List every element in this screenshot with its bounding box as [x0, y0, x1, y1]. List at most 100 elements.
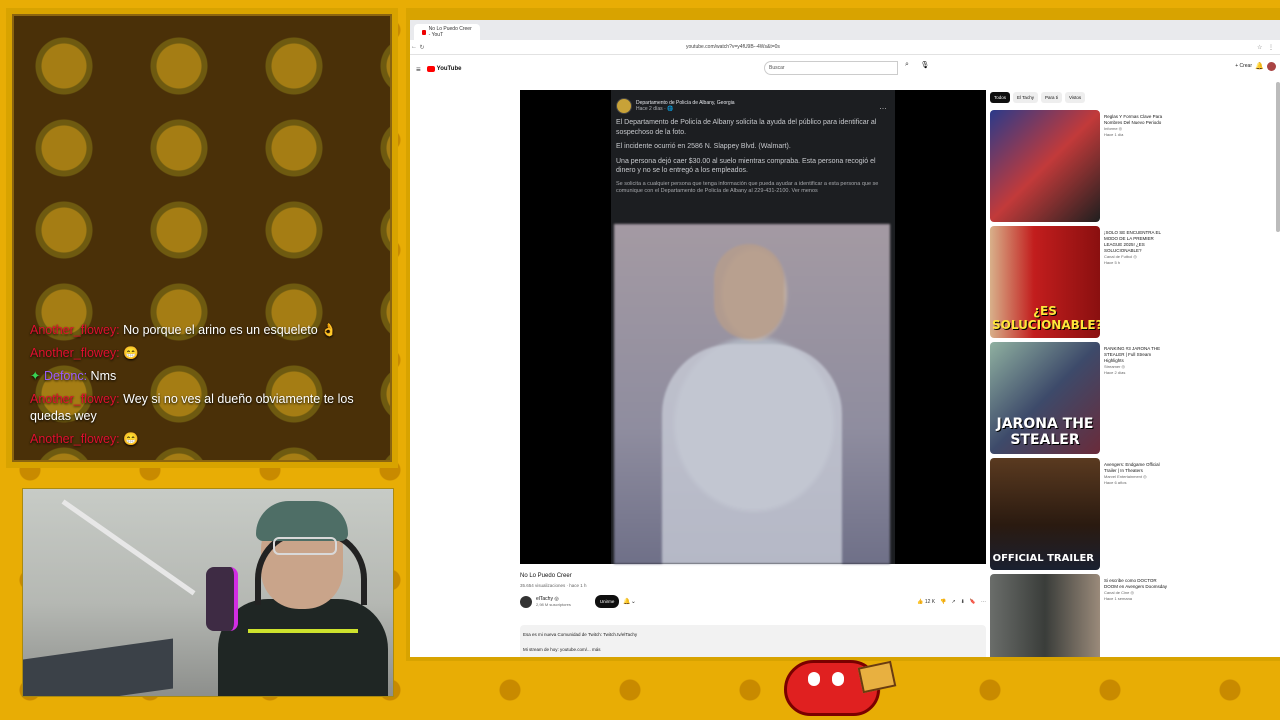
chat-text: No porque el arino es un esqueleto 👌: [123, 323, 337, 337]
recommendation-filters: Todos El Tachy Para ti Vistos: [990, 92, 1086, 103]
streamer-shirt: [218, 599, 388, 696]
mascot-eye: [832, 672, 844, 686]
recommendation-item[interactable]: Reglas Y Formas Clave Para Nombres Del N…: [990, 110, 1280, 224]
browser-window: No Lo Puedo Creer - YouT ← ↻ youtube.com…: [410, 20, 1280, 657]
chat-message: Another_flowey: No porque el arino es un…: [30, 322, 364, 339]
channel-row: elTachy ◎ 2,98 M suscriptores Unirme 🔔⌄ …: [520, 595, 986, 608]
browser-toolbar-icons[interactable]: ☆ ⋮: [1257, 44, 1276, 51]
reload-icon[interactable]: ↻: [418, 44, 426, 51]
recommendation-title: Si escribe como DOCTOR DOOM en Avengers …: [1104, 578, 1167, 589]
video-thumbnail[interactable]: ¿ES SOLUCIONABLE?: [990, 226, 1100, 338]
chip-channel[interactable]: El Tachy: [1013, 92, 1038, 103]
youtube-header: ≡ YouTube Buscar ⌕ 🎙 + Crear 🔔: [410, 55, 1280, 83]
mascot-sign: [857, 660, 897, 694]
recommendation-info: Reglas Y Formas Clave Para Nombres Del N…: [1104, 110, 1168, 224]
chat-badge-icon: ✦: [30, 369, 41, 383]
recommendation-meta: Hace 2 días: [1104, 370, 1126, 375]
recommendation-meta: Hace 5 h: [1104, 260, 1121, 265]
post-header: Departamento de Policía de Albany, Georg…: [611, 90, 895, 114]
recommendation-meta: Hace 1 día: [1104, 132, 1124, 137]
search-icon[interactable]: ⌕: [900, 61, 914, 75]
chat-frame: Another_flowey: No porque el arino es un…: [6, 8, 398, 468]
keyboard: [23, 638, 173, 696]
account-avatar[interactable]: [1267, 62, 1276, 71]
mascot-eye: [808, 672, 820, 686]
save-icon[interactable]: 🔖: [970, 599, 976, 605]
share-icon[interactable]: ↗: [951, 599, 955, 605]
video-thumbnail[interactable]: [990, 110, 1100, 222]
chat-panel: Another_flowey: No porque el arino es un…: [12, 14, 392, 462]
chat-username: Another_flowey:: [30, 346, 120, 360]
recommendation-item[interactable]: OFFICIAL TRAILER Avengers: Endgame Offic…: [990, 458, 1280, 572]
video-description[interactable]: Esa es mi nueva Comunidad de Twitch: Twi…: [520, 625, 986, 657]
more-icon: …: [879, 101, 887, 111]
description-line: Mi stream de hoy: youtube.com/... más: [523, 647, 601, 652]
recommendation-item[interactable]: ¿ES SOLUCIONABLE? ¡SOLO SE ENCUENTRA EL …: [990, 226, 1280, 340]
youtube-logo-text: YouTube: [436, 66, 462, 72]
search-input[interactable]: Buscar: [764, 61, 898, 75]
chip-all[interactable]: Todos: [990, 92, 1011, 103]
notifications-icon[interactable]: 🔔: [1255, 62, 1264, 70]
video-thumbnail[interactable]: [990, 574, 1100, 657]
suspect-shirt: [662, 344, 842, 564]
chat-message: Another_flowey: Wey si no ves al dueño o…: [30, 391, 364, 425]
browser-tab[interactable]: No Lo Puedo Creer - YouT: [414, 24, 480, 40]
tab-title: No Lo Puedo Creer - YouT: [428, 26, 472, 38]
more-actions-icon[interactable]: ⋯: [981, 599, 986, 605]
mascot-graphic: [778, 660, 898, 720]
browser-frame: No Lo Puedo Creer - YouT ← ↻ youtube.com…: [406, 8, 1280, 661]
chat-username: Defonc:: [43, 369, 88, 383]
chat-message: Another_flowey: 😁: [30, 345, 364, 362]
like-button[interactable]: 👍 12 K: [917, 599, 935, 605]
post-paragraph: El incidente ocurrió en 2586 N. Slappey …: [616, 143, 791, 150]
recommendation-info: RANKING #3 JARONA THE STEALER | Full Str…: [1104, 342, 1168, 456]
recommendation-item[interactable]: JARONA THE STEALER RANKING #3 JARONA THE…: [990, 342, 1280, 456]
video-title: No Lo Puedo Creer: [520, 573, 572, 579]
chat-username: Another_flowey:: [30, 432, 120, 446]
recommendation-info: Avengers: Endgame Official Trailer | In …: [1104, 458, 1168, 572]
suspect-head: [714, 244, 784, 339]
microphone: [206, 567, 238, 631]
police-badge-icon: [616, 98, 632, 114]
join-button[interactable]: Unirme: [594, 595, 620, 608]
chat-text: Nms: [90, 369, 117, 383]
chat-message: Another_flowey: 😁: [30, 431, 364, 448]
recommendation-meta: Hace 1 semana: [1104, 596, 1133, 601]
post-paragraph: Se solicita a cualquier persona que teng…: [616, 180, 879, 195]
tab-bar: No Lo Puedo Creer - YouT: [410, 20, 1280, 40]
recommendation-item[interactable]: Si escribe como DOCTOR DOOM en Avengers …: [990, 574, 1280, 657]
video-player[interactable]: Departamento de Policía de Albany, Georg…: [520, 90, 986, 564]
post-paragraph: El Departamento de Policía de Albany sol…: [616, 119, 877, 136]
voice-search-icon[interactable]: 🎙: [918, 61, 932, 75]
chat-message: ✦ Defonc: Nms: [30, 368, 364, 385]
youtube-logo-icon: [426, 66, 435, 72]
glasses: [273, 537, 337, 555]
thumbnail-text: ¿ES SOLUCIONABLE?: [992, 304, 1100, 332]
recommendation-title: Reglas Y Formas Clave Para Nombres Del N…: [1104, 114, 1163, 125]
video-thumbnail[interactable]: JARONA THE STEALER: [990, 342, 1100, 454]
back-icon[interactable]: ←: [410, 44, 418, 50]
channel-subs: 2,98 M suscriptores: [536, 602, 571, 607]
chat-messages: Another_flowey: No porque el arino es un…: [30, 316, 364, 448]
video-meta: 35.654 visualizaciones · hace 1 h: [520, 583, 587, 588]
recommendation-meta: Hace 6 años: [1104, 480, 1127, 485]
url-field[interactable]: youtube.com/watch?v=y4fU9B--4Ws&t=0s: [686, 44, 956, 50]
download-icon[interactable]: ⬇: [961, 599, 965, 605]
post-paragraph: Una persona dejó caer $30.00 al suelo mi…: [616, 157, 876, 175]
youtube-logo[interactable]: YouTube: [426, 66, 462, 72]
subscription-bell-icon[interactable]: 🔔⌄: [623, 598, 636, 605]
video-thumbnail[interactable]: OFFICIAL TRAILER: [990, 458, 1100, 570]
chip-for-you[interactable]: Para ti: [1040, 92, 1062, 103]
create-button[interactable]: + Crear: [1235, 63, 1252, 69]
dislike-icon[interactable]: 👎: [940, 599, 946, 605]
post-time: Hace 2 días · 🌐: [636, 106, 674, 112]
menu-icon[interactable]: ≡: [416, 65, 421, 74]
chip-watched[interactable]: Vistos: [1064, 92, 1086, 103]
thumbnail-text: JARONA THE STEALER: [996, 416, 1094, 448]
channel-avatar[interactable]: [520, 595, 532, 608]
thumbnail-text: OFFICIAL TRAILER: [992, 553, 1094, 564]
page-scrollbar[interactable]: [1276, 82, 1280, 232]
suspect-photo: [614, 224, 890, 564]
recommendation-info: ¡SOLO SE ENCUENTRA EL MODO DE LA PREMIER…: [1104, 226, 1168, 340]
webcam-feed: [22, 488, 394, 697]
